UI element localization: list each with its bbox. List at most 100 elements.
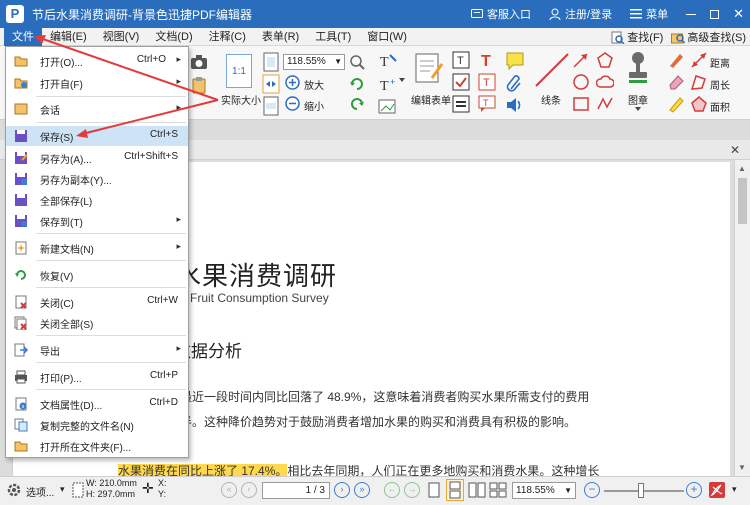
menu-comment[interactable]: 注释(C) [201, 28, 254, 46]
area-label[interactable]: 面积 [710, 99, 730, 114]
continuous-facing-view-icon[interactable] [489, 482, 507, 498]
file-menu-new-doc[interactable]: 新建文档(N) ▸ [6, 238, 188, 258]
highlight-area-icon[interactable] [667, 95, 685, 113]
menu-tools[interactable]: 工具(T) [307, 28, 359, 46]
next-page-button[interactable]: › [334, 482, 350, 498]
line-tool-icon[interactable] [534, 52, 570, 88]
callout-icon[interactable]: T [478, 95, 496, 113]
polygon-shape-icon[interactable] [596, 51, 614, 69]
file-menu-export[interactable]: 导出 ▸ [6, 340, 188, 360]
chevron-down-icon[interactable] [398, 76, 406, 84]
pencil-icon[interactable] [667, 51, 685, 69]
scroll-down-icon[interactable]: ▼ [738, 463, 746, 472]
file-menu-print[interactable]: 打印(P)... Ctrl+P [6, 367, 188, 387]
file-menu-close-all[interactable]: 关闭全部(S) [6, 313, 188, 333]
zoom-level-select[interactable]: 118.55% ▼ [283, 54, 345, 70]
perimeter-label[interactable]: 周长 [710, 77, 730, 92]
register-login-button[interactable]: 注册/登录 [549, 6, 612, 22]
actual-size-icon[interactable]: 1:1 [226, 54, 252, 88]
rotate-clockwise-icon[interactable] [349, 76, 365, 92]
menu-form[interactable]: 表单(R) [254, 28, 307, 46]
file-menu-open[interactable]: 打开(O)... Ctrl+O ▸ [6, 51, 188, 71]
forward-button[interactable]: → [404, 482, 420, 498]
file-menu-save-all[interactable]: 全部保存(L) [6, 190, 188, 210]
add-text-icon[interactable]: T + [378, 76, 398, 94]
continuous-view-icon[interactable] [446, 479, 464, 501]
scroll-up-icon[interactable]: ▲ [738, 164, 746, 173]
menu-button[interactable]: 菜单 [630, 6, 668, 22]
fit-visible-icon[interactable] [262, 96, 280, 116]
edit-form-label[interactable]: 编辑表单 [411, 92, 451, 107]
advanced-find-button[interactable]: 高级查找(S) [671, 29, 746, 45]
vertical-scrollbar[interactable]: ▲ ▼ [734, 160, 750, 476]
customer-service-button[interactable]: 客服入口 [471, 6, 531, 22]
gear-icon[interactable] [6, 482, 22, 498]
menu-edit[interactable]: 编辑(E) [42, 28, 95, 46]
checkbox-field-icon[interactable] [452, 73, 470, 91]
combo-field-icon[interactable] [452, 95, 470, 113]
menu-file[interactable]: 文件 [4, 27, 42, 46]
stamp-icon[interactable] [626, 50, 650, 86]
back-button[interactable]: ← [384, 482, 400, 498]
edit-form-icon[interactable] [414, 52, 444, 86]
ellipse-shape-icon[interactable] [572, 73, 590, 91]
sticky-note-icon[interactable] [505, 51, 525, 71]
zoom-in-icon[interactable] [285, 75, 300, 90]
menu-window[interactable]: 窗口(W) [359, 28, 415, 46]
file-menu-save-as[interactable]: 另存为(A)... Ctrl+Shift+S [6, 148, 188, 168]
first-page-button[interactable]: « [221, 482, 237, 498]
menu-view[interactable]: 视图(V) [95, 28, 148, 46]
file-menu-save-to[interactable]: 保存到(T) ▸ [6, 211, 188, 231]
arrow-shape-icon[interactable] [572, 51, 590, 69]
scroll-thumb[interactable] [738, 178, 747, 224]
zoom-out-icon[interactable] [285, 96, 300, 111]
eraser-icon[interactable] [667, 73, 685, 91]
snapshot-icon[interactable] [190, 54, 208, 70]
close-tab-icon[interactable]: ✕ [730, 143, 740, 157]
clipboard-icon[interactable] [190, 76, 208, 94]
zoom-slider-track[interactable] [604, 490, 684, 492]
chevron-down-icon[interactable]: ▾ [60, 484, 65, 495]
menu-document[interactable]: 文档(D) [147, 28, 200, 46]
zoom-out-label[interactable]: 缩小 [304, 98, 324, 113]
actual-size-label[interactable]: 实际大小 [221, 92, 261, 107]
chevron-down-icon[interactable]: ▾ [732, 484, 737, 495]
edit-image-icon[interactable] [378, 98, 398, 116]
rectangle-shape-icon[interactable] [572, 95, 590, 113]
last-page-button[interactable]: » [354, 482, 370, 498]
previous-page-button[interactable]: ‹ [241, 482, 257, 498]
textbox-icon[interactable]: T [478, 73, 496, 91]
zoom-tool-icon[interactable] [349, 54, 365, 70]
facing-view-icon[interactable] [468, 482, 486, 498]
text-field-icon[interactable]: T [452, 51, 470, 69]
file-menu-save[interactable]: 保存(S) Ctrl+S [6, 126, 188, 146]
file-menu-copy-filename[interactable]: 复制完整的文件名(N) [6, 415, 188, 435]
single-page-view-icon[interactable] [428, 482, 440, 498]
file-menu-open-from[interactable]: 打开自(F) ▸ [6, 73, 188, 93]
cloud-shape-icon[interactable] [596, 73, 614, 91]
stamp-label[interactable]: 图章 [628, 92, 648, 107]
zoom-in-label[interactable]: 放大 [304, 77, 324, 92]
polyline-shape-icon[interactable] [596, 95, 614, 113]
file-menu-open-containing-folder[interactable]: 打开所在文件夹(F)... [6, 436, 188, 456]
fit-page-icon[interactable] [262, 52, 280, 72]
fit-width-icon[interactable] [262, 74, 280, 94]
file-menu-save-copy[interactable]: 另存为副本(Y)... [6, 169, 188, 189]
file-menu-doc-properties[interactable]: 文档属性(D)... Ctrl+D [6, 394, 188, 414]
zoom-in-button[interactable]: + [686, 482, 702, 498]
file-menu-session[interactable]: 会话 ▸ [6, 99, 188, 119]
area-icon[interactable] [690, 95, 708, 113]
close-window-button[interactable]: ✕ [733, 7, 744, 20]
attach-file-icon[interactable] [505, 74, 525, 92]
edit-text-icon[interactable]: T [378, 52, 398, 70]
distance-label[interactable]: 距离 [710, 55, 730, 70]
zoom-slider-thumb[interactable] [638, 483, 644, 498]
line-tool-label[interactable]: 线条 [541, 92, 561, 107]
perimeter-icon[interactable] [690, 73, 708, 91]
rotate-counterclockwise-icon[interactable] [349, 96, 365, 112]
find-button[interactable]: 查找(F) [611, 29, 663, 45]
page-number-input[interactable]: 1 / 3 [262, 482, 330, 499]
chevron-down-icon[interactable] [634, 106, 642, 112]
maximize-button[interactable] [710, 9, 720, 19]
zoom-out-button[interactable]: − [584, 482, 600, 498]
